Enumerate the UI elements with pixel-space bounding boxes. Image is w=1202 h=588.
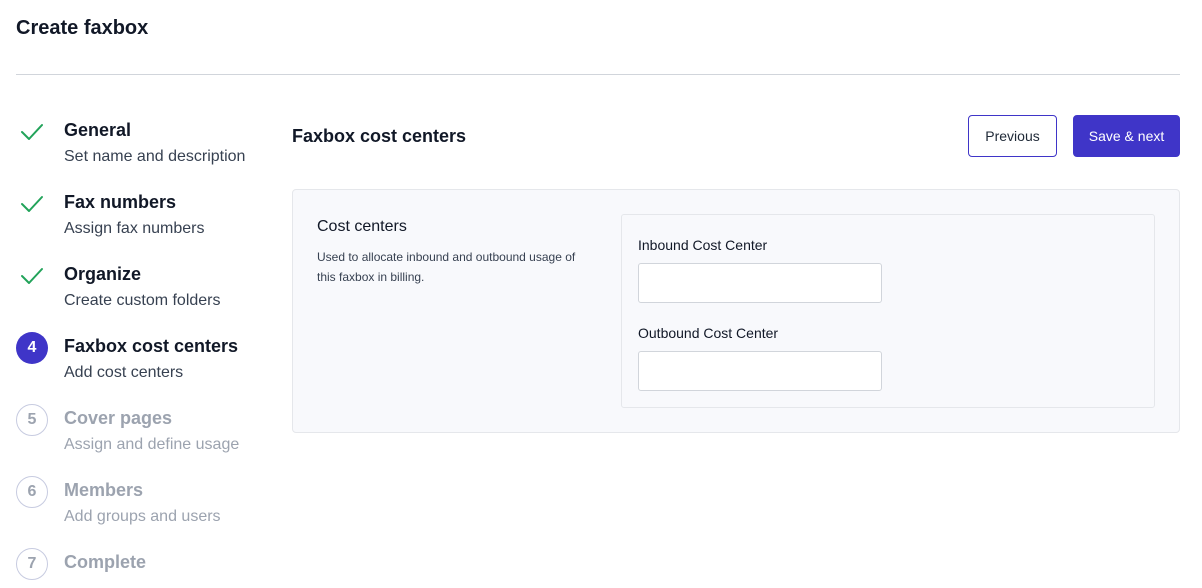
cost-center-fields: Inbound Cost Center Outbound Cost Center	[621, 214, 1155, 408]
checkmark-icon	[16, 260, 48, 292]
step-general[interactable]: General Set name and description	[16, 114, 276, 186]
step-subtitle: Assign fax numbers	[64, 220, 205, 237]
card-description: Used to allocate inbound and outbound us…	[317, 250, 576, 284]
step-title: Fax numbers	[64, 192, 177, 212]
step-title: Complete	[64, 552, 147, 572]
step-title: Cover pages	[64, 408, 173, 428]
save-next-button[interactable]: Save & next	[1073, 115, 1180, 157]
step-title: General	[64, 120, 132, 140]
step-subtitle: Assign and define usage	[64, 436, 240, 453]
step-organize[interactable]: Organize Create custom folders	[16, 258, 276, 330]
cost-centers-card: Cost centers Used to allocate inbound an…	[292, 189, 1180, 433]
header-divider	[16, 74, 1180, 75]
card-heading: Cost centers	[317, 218, 407, 235]
step-faxbox-cost-centers[interactable]: 4 Faxbox cost centers Add cost centers	[16, 330, 276, 402]
step-number-badge: 6	[16, 476, 48, 508]
step-title: Faxbox cost centers	[64, 336, 239, 356]
inbound-cost-center-input[interactable]	[638, 263, 882, 303]
outbound-cost-center-input[interactable]	[638, 351, 882, 391]
step-title: Organize	[64, 264, 142, 284]
step-subtitle: Add groups and users	[64, 508, 221, 525]
create-faxbox-page: Create faxbox General Set name and descr…	[0, 0, 1202, 588]
inbound-cost-center-label: Inbound Cost Center	[638, 237, 768, 253]
step-members[interactable]: 6 Members Add groups and users	[16, 474, 276, 546]
step-subtitle: Set name and description	[64, 148, 246, 165]
page-title: Create faxbox	[16, 17, 149, 39]
step-cover-pages[interactable]: 5 Cover pages Assign and define usage	[16, 402, 276, 474]
step-title: Members	[64, 480, 144, 500]
checkmark-icon	[16, 188, 48, 220]
outbound-cost-center-label: Outbound Cost Center	[638, 325, 779, 341]
section-title: Faxbox cost centers	[292, 126, 467, 146]
step-number-badge: 5	[16, 404, 48, 436]
step-number-badge: 4	[16, 332, 48, 364]
step-subtitle: Create custom folders	[64, 292, 221, 309]
step-subtitle: Add cost centers	[64, 364, 184, 381]
previous-button[interactable]: Previous	[968, 115, 1057, 157]
step-complete[interactable]: 7 Complete	[16, 546, 276, 586]
step-fax-numbers[interactable]: Fax numbers Assign fax numbers	[16, 186, 276, 258]
checkmark-icon	[16, 116, 48, 148]
step-number-badge: 7	[16, 548, 48, 580]
